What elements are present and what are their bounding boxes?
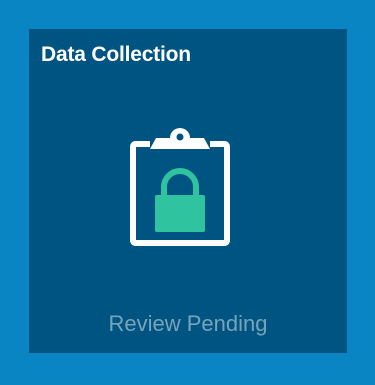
clipboard-lock-icon [130,128,230,246]
data-collection-tile[interactable]: Data Collection Review Pending [29,29,347,353]
tile-title: Data Collection [41,43,191,66]
tile-status: Review Pending [108,311,268,336]
